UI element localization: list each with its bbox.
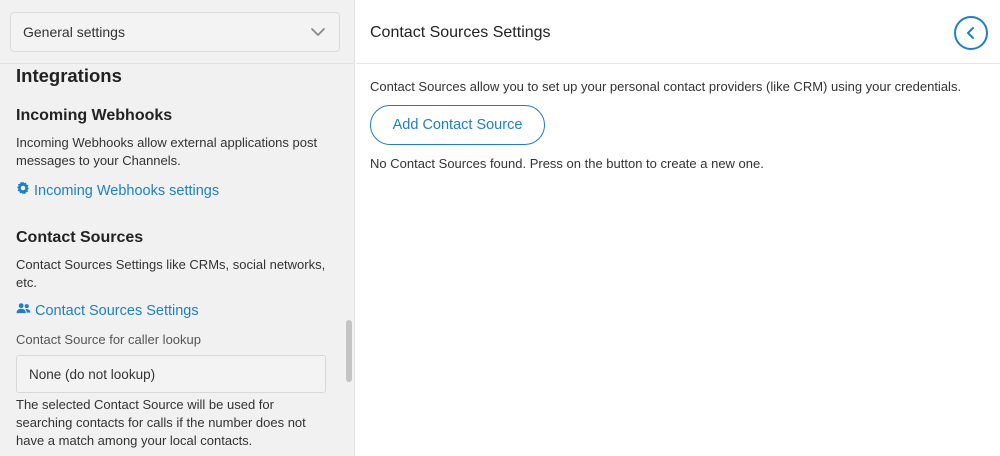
back-button[interactable]	[954, 16, 988, 50]
gear-icon	[16, 181, 30, 201]
contact-sources-description: Contact Sources Settings like CRMs, soci…	[16, 257, 326, 290]
users-icon	[16, 301, 31, 321]
contact-sources-intro: Contact Sources allow you to set up your…	[370, 79, 962, 94]
caller-lookup-label: Contact Source for caller lookup	[16, 332, 201, 347]
panel-header: Contact Sources Settings	[356, 0, 1000, 64]
contact-sources-settings-link-label: Contact Sources Settings	[35, 303, 199, 319]
page-title: Contact Sources Settings	[370, 24, 551, 41]
caller-lookup-value: None (do not lookup)	[29, 366, 156, 382]
webhooks-settings-link[interactable]: Incoming Webhooks settings	[16, 181, 334, 201]
dropdown-value: General settings	[23, 24, 125, 40]
settings-sidebar: General settings Integrations Incoming W…	[0, 0, 355, 456]
webhooks-title: Incoming Webhooks	[16, 107, 173, 124]
caller-lookup-select[interactable]: None (do not lookup)	[16, 355, 326, 393]
webhooks-settings-link-label: Incoming Webhooks settings	[34, 183, 220, 199]
chevron-left-icon	[964, 26, 978, 40]
contact-sources-title: Contact Sources	[16, 229, 144, 246]
contact-sources-panel: Contact Sources Settings Contact Sources…	[356, 0, 1000, 456]
sidebar-scrollbar[interactable]	[346, 320, 352, 382]
webhooks-description: Incoming Webhooks allow external applica…	[16, 135, 318, 168]
caller-lookup-help: The selected Contact Source will be used…	[16, 397, 306, 448]
sidebar-content: Integrations Incoming Webhooks Incoming …	[16, 64, 334, 450]
settings-category-dropdown[interactable]: General settings	[10, 12, 340, 52]
chevron-down-icon	[309, 23, 327, 41]
contact-sources-settings-link[interactable]: Contact Sources Settings	[16, 301, 334, 321]
integrations-heading: Integrations	[16, 65, 122, 86]
add-contact-source-button[interactable]: Add Contact Source	[370, 105, 545, 145]
empty-state-message: No Contact Sources found. Press on the b…	[370, 156, 764, 171]
